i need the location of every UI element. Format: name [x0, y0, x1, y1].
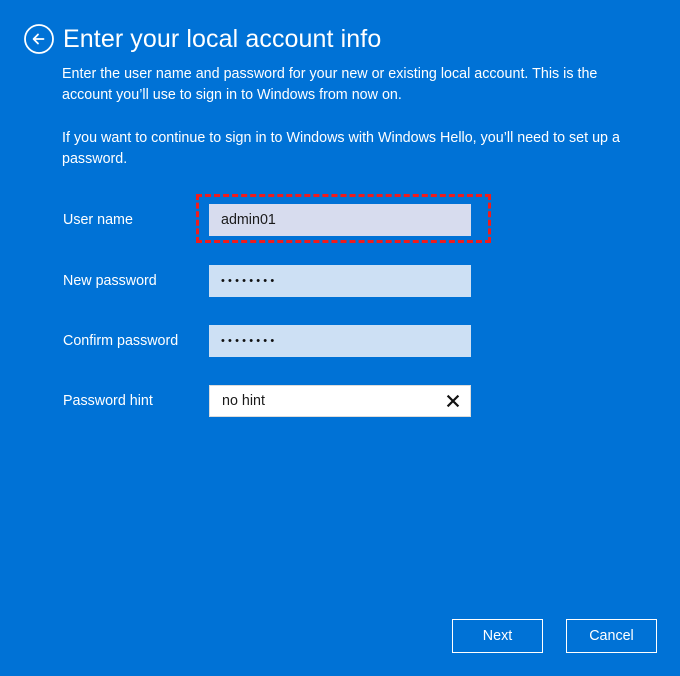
footer-actions: Next Cancel: [0, 619, 680, 653]
label-password-hint: Password hint: [63, 393, 153, 409]
confirm-password-input[interactable]: ••••••••: [209, 325, 471, 357]
form-row-user-name: User name admin01: [0, 204, 680, 236]
user-name-value: admin01: [221, 212, 276, 228]
page-header: Enter your local account info: [22, 20, 642, 58]
password-hint-value: no hint: [222, 393, 265, 409]
confirm-password-value: ••••••••: [221, 335, 278, 347]
intro-paragraph-1: Enter the user name and password for you…: [62, 66, 598, 103]
page-title: Enter your local account info: [63, 25, 382, 53]
next-button[interactable]: Next: [452, 619, 543, 653]
password-hint-input[interactable]: no hint: [209, 385, 471, 417]
back-arrow-circle-icon: [23, 23, 55, 55]
form-row-new-password: New password ••••••••: [0, 265, 680, 297]
cancel-button[interactable]: Cancel: [566, 619, 657, 653]
user-name-input[interactable]: admin01: [209, 204, 471, 236]
intro-text-block: Enter the user name and password for you…: [62, 64, 642, 170]
label-new-password: New password: [63, 273, 157, 289]
form-row-password-hint: Password hint no hint: [0, 385, 680, 417]
new-password-input[interactable]: ••••••••: [209, 265, 471, 297]
intro-paragraph-2: If you want to continue to sign in to Wi…: [62, 130, 620, 167]
close-x-icon[interactable]: [436, 386, 470, 416]
new-password-value: ••••••••: [221, 275, 278, 287]
label-user-name: User name: [63, 212, 133, 228]
form-row-confirm-password: Confirm password ••••••••: [0, 325, 680, 357]
back-button[interactable]: [22, 22, 56, 56]
label-confirm-password: Confirm password: [63, 333, 179, 349]
